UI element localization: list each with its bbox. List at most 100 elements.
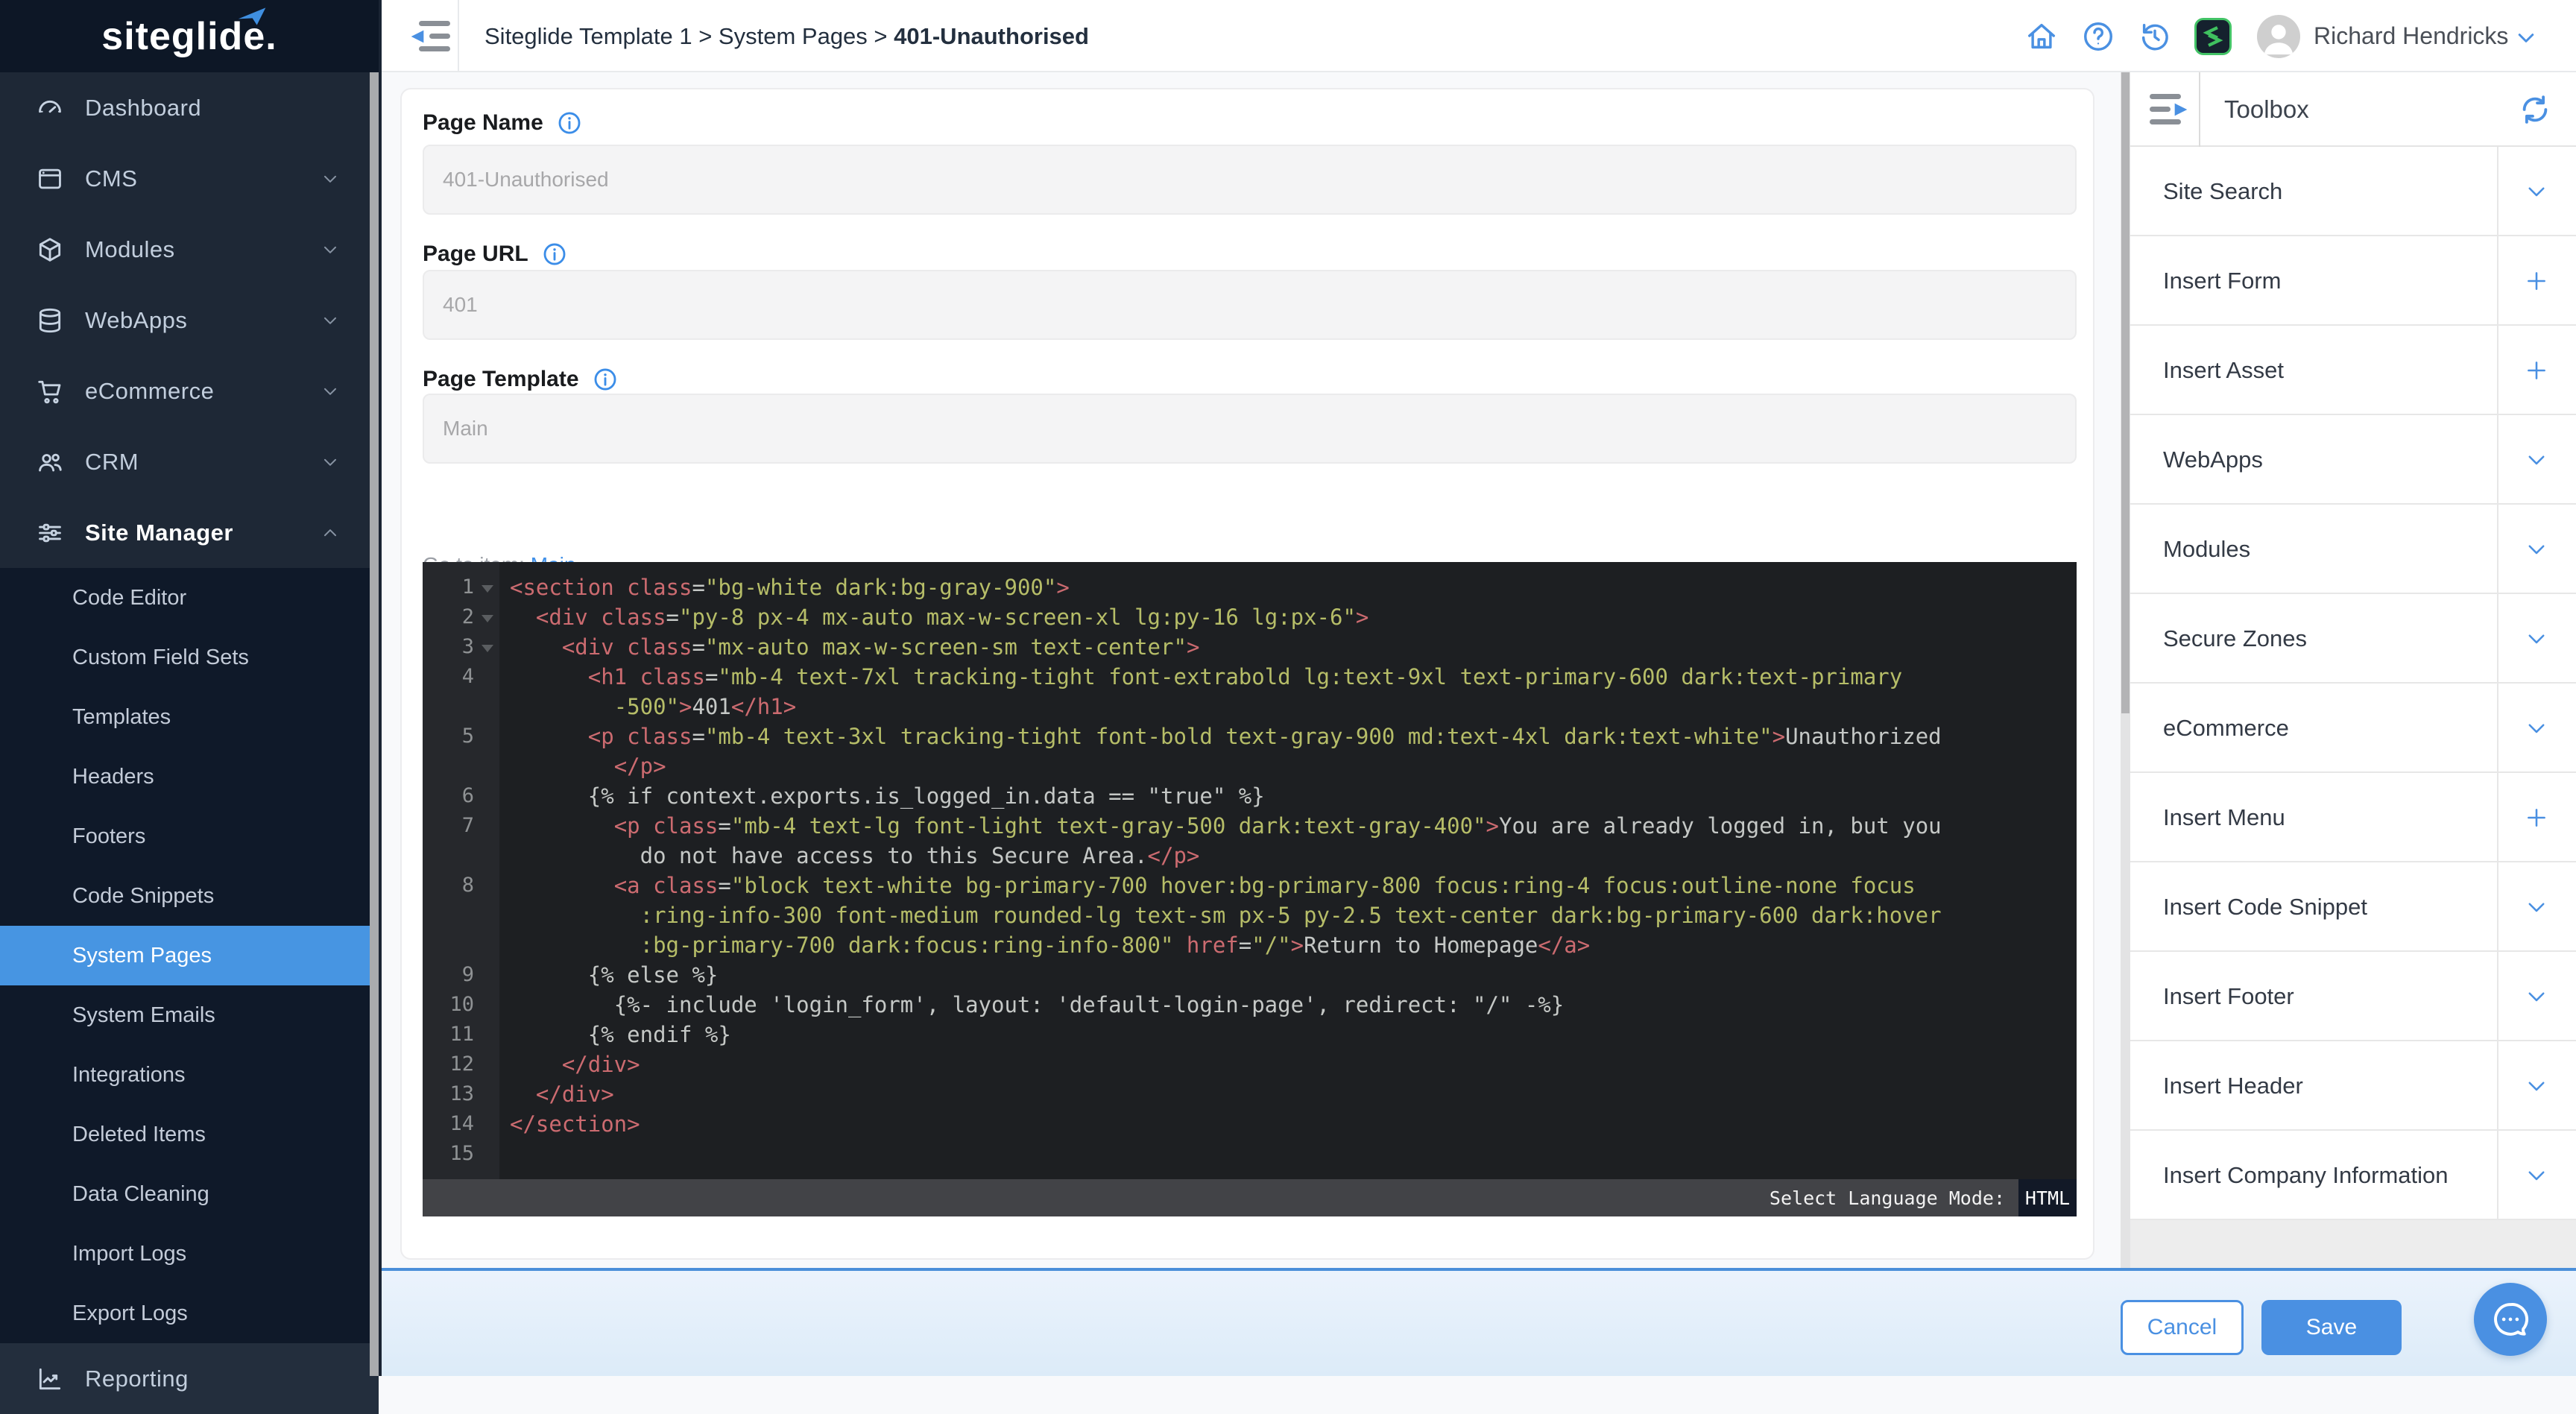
- toolbox-item-site-search[interactable]: Site Search: [2130, 147, 2576, 236]
- refresh-icon[interactable]: [2518, 92, 2552, 127]
- chevron-down-icon[interactable]: [2497, 594, 2576, 684]
- toolbox-item-webapps[interactable]: WebApps: [2130, 415, 2576, 505]
- chevron-down-icon: [321, 311, 340, 330]
- toolbox-item-secure-zones[interactable]: Secure Zones: [2130, 594, 2576, 684]
- home-icon[interactable]: [2024, 19, 2059, 54]
- language-mode-select[interactable]: HTML: [2018, 1179, 2077, 1216]
- chevron-down-icon[interactable]: [2497, 862, 2576, 952]
- sidebar-subitem-import-logs[interactable]: Import Logs: [0, 1224, 379, 1284]
- sidebar-item-ecommerce[interactable]: eCommerce: [0, 356, 379, 426]
- toolbox-item-modules[interactable]: Modules: [2130, 505, 2576, 594]
- history-icon[interactable]: [2138, 19, 2172, 54]
- toolbox-item-insert-menu[interactable]: Insert Menu: [2130, 773, 2576, 862]
- fold-caret-icon[interactable]: [482, 645, 493, 652]
- toolbox-items: Site SearchInsert FormInsert AssetWebApp…: [2130, 147, 2576, 1220]
- info-icon[interactable]: [542, 242, 567, 267]
- sidebar-item-cms[interactable]: CMS: [0, 143, 379, 214]
- toolbox-item-insert-company-information[interactable]: Insert Company Information: [2130, 1131, 2576, 1220]
- avatar[interactable]: [2257, 15, 2300, 58]
- toolbox-item-label: Secure Zones: [2163, 594, 2307, 684]
- toolbox-collapse-icon[interactable]: [2150, 92, 2199, 127]
- save-button[interactable]: Save: [2261, 1300, 2402, 1355]
- code-line: :bg-primary-700 dark:focus:ring-info-800…: [423, 930, 2077, 960]
- chevron-down-icon[interactable]: [2497, 147, 2576, 236]
- toolbox-item-insert-header[interactable]: Insert Header: [2130, 1041, 2576, 1131]
- chevron-down-icon[interactable]: [2497, 684, 2576, 773]
- code-line: 5 <p class="mb-4 text-3xl tracking-tight…: [423, 722, 2077, 751]
- chevron-down-icon[interactable]: [2497, 952, 2576, 1041]
- toolbox-header: Toolbox: [2130, 72, 2576, 147]
- page-settings-card: Page Name Page URL Page Template Go to i…: [400, 88, 2094, 1260]
- sidebar-scrollbar[interactable]: [370, 72, 379, 1376]
- page-name-input[interactable]: [423, 145, 2077, 215]
- sidebar-item-dashboard[interactable]: Dashboard: [0, 72, 379, 143]
- chevron-down-icon[interactable]: [2497, 1041, 2576, 1131]
- fold-caret-icon[interactable]: [482, 615, 493, 622]
- sidebar-subitem-headers[interactable]: Headers: [0, 747, 379, 807]
- line-number: 13: [423, 1079, 499, 1109]
- toolbox-header-divider: [2199, 72, 2200, 147]
- sidebar-subitem-data-cleaning[interactable]: Data Cleaning: [0, 1164, 379, 1224]
- user-chevron-down-icon[interactable]: [2515, 27, 2537, 49]
- page-template-label: Page Template: [423, 367, 618, 392]
- line-number: 14: [423, 1109, 499, 1139]
- toolbox-item-insert-footer[interactable]: Insert Footer: [2130, 952, 2576, 1041]
- page-url-input[interactable]: [423, 270, 2077, 340]
- toolbox-item-insert-code-snippet[interactable]: Insert Code Snippet: [2130, 862, 2576, 952]
- info-icon[interactable]: [593, 367, 618, 392]
- main-scrollbar-thumb[interactable]: [2121, 72, 2130, 713]
- sidebar-subitem-system-pages[interactable]: System Pages: [0, 926, 379, 985]
- code-line: 10 {%- include 'login_form', layout: 'de…: [423, 990, 2077, 1020]
- sidebar-subitem-templates[interactable]: Templates: [0, 687, 379, 747]
- sidebar-submenu: Code EditorCustom Field SetsTemplatesHea…: [0, 568, 379, 1343]
- main-scrollbar[interactable]: [2121, 72, 2130, 1268]
- toolbox-item-ecommerce[interactable]: eCommerce: [2130, 684, 2576, 773]
- sidebar-subitem-integrations[interactable]: Integrations: [0, 1045, 379, 1105]
- code-editor[interactable]: 1<section class="bg-white dark:bg-gray-9…: [423, 562, 2077, 1216]
- sidebar-subitem-custom-field-sets[interactable]: Custom Field Sets: [0, 628, 379, 687]
- line-number: 2: [423, 602, 499, 632]
- sidebar-subitem-export-logs[interactable]: Export Logs: [0, 1284, 379, 1343]
- toolbox-item-label: Insert Footer: [2163, 952, 2294, 1041]
- footer-bar: Cancel Save: [382, 1268, 2576, 1376]
- sidebar-item-crm[interactable]: CRM: [0, 426, 379, 497]
- sidebar-item-modules[interactable]: Modules: [0, 214, 379, 285]
- user-menu[interactable]: Richard Hendricks: [2314, 0, 2508, 72]
- siteglide-app-icon[interactable]: [2194, 18, 2232, 55]
- plus-icon[interactable]: [2497, 326, 2576, 415]
- info-icon[interactable]: [557, 110, 582, 136]
- chevron-down-icon[interactable]: [2497, 505, 2576, 594]
- sidebar-item-reporting[interactable]: Reporting: [0, 1343, 379, 1414]
- line-number: 3: [423, 632, 499, 662]
- sidebar-item-label: WebApps: [85, 307, 187, 334]
- page-template-input[interactable]: [423, 394, 2077, 464]
- page-url-label: Page URL: [423, 242, 567, 267]
- sidebar-subitem-system-emails[interactable]: System Emails: [0, 985, 379, 1045]
- toolbox-item-insert-asset[interactable]: Insert Asset: [2130, 326, 2576, 415]
- help-icon[interactable]: [2081, 19, 2115, 54]
- code-line: 1<section class="bg-white dark:bg-gray-9…: [423, 572, 2077, 602]
- sidebar-subitem-code-snippets[interactable]: Code Snippets: [0, 866, 379, 926]
- chevron-down-icon: [321, 240, 340, 259]
- sidebar-subitem-code-editor[interactable]: Code Editor: [0, 568, 379, 628]
- sidebar-subitem-deleted-items[interactable]: Deleted Items: [0, 1105, 379, 1164]
- chat-button[interactable]: [2474, 1283, 2547, 1356]
- gauge-icon: [36, 94, 64, 122]
- chevron-down-icon[interactable]: [2497, 415, 2576, 505]
- chevron-down-icon[interactable]: [2497, 1131, 2576, 1220]
- sidebar-subitem-footers[interactable]: Footers: [0, 807, 379, 866]
- sidebar-collapse-icon[interactable]: [408, 19, 458, 54]
- topbar: Siteglide Template 1 > System Pages > 40…: [382, 0, 2576, 72]
- plus-icon[interactable]: [2497, 773, 2576, 862]
- plus-icon[interactable]: [2497, 236, 2576, 326]
- fold-caret-icon[interactable]: [482, 585, 493, 593]
- toolbox-item-insert-form[interactable]: Insert Form: [2130, 236, 2576, 326]
- toolbox-item-label: Insert Asset: [2163, 326, 2284, 415]
- sidebar-item-webapps[interactable]: WebApps: [0, 285, 379, 356]
- line-number: [423, 930, 499, 960]
- code-line: </p>: [423, 751, 2077, 781]
- code-line: 14</section>: [423, 1109, 2077, 1139]
- toolbox-bottom-gap: [2130, 1220, 2576, 1272]
- sidebar-item-site-manager[interactable]: Site Manager: [0, 497, 379, 568]
- cancel-button[interactable]: Cancel: [2121, 1300, 2244, 1355]
